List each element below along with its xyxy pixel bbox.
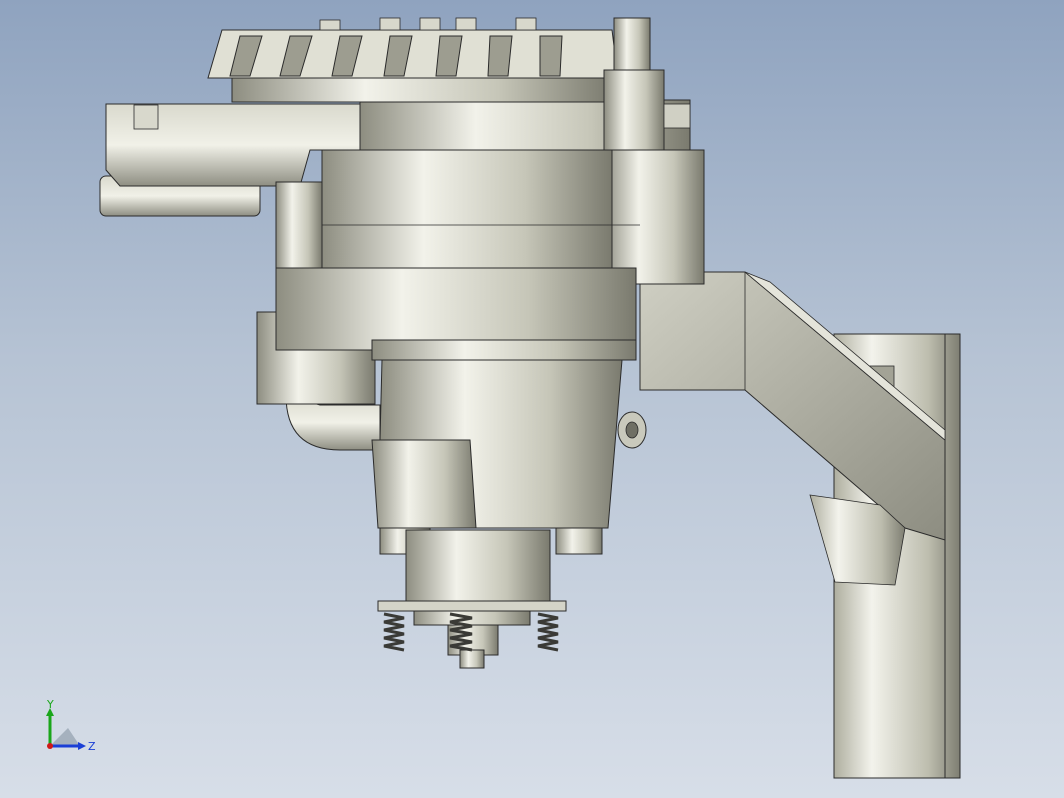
- z-axis-label: Z: [88, 740, 96, 753]
- main-body[interactable]: [275, 149, 640, 361]
- support-arm[interactable]: [639, 271, 946, 586]
- y-axis-label: Y: [46, 698, 54, 711]
- finned-cap[interactable]: [207, 17, 651, 103]
- x-axis-dot: [47, 743, 53, 749]
- spring-right[interactable]: [537, 612, 559, 652]
- cone-section[interactable]: [371, 359, 647, 555]
- cad-model-view[interactable]: [0, 0, 1064, 798]
- graphics-viewport[interactable]: Y Z: [0, 0, 1064, 798]
- axis-triad: Y Z: [46, 698, 96, 753]
- spring-left[interactable]: [383, 612, 405, 652]
